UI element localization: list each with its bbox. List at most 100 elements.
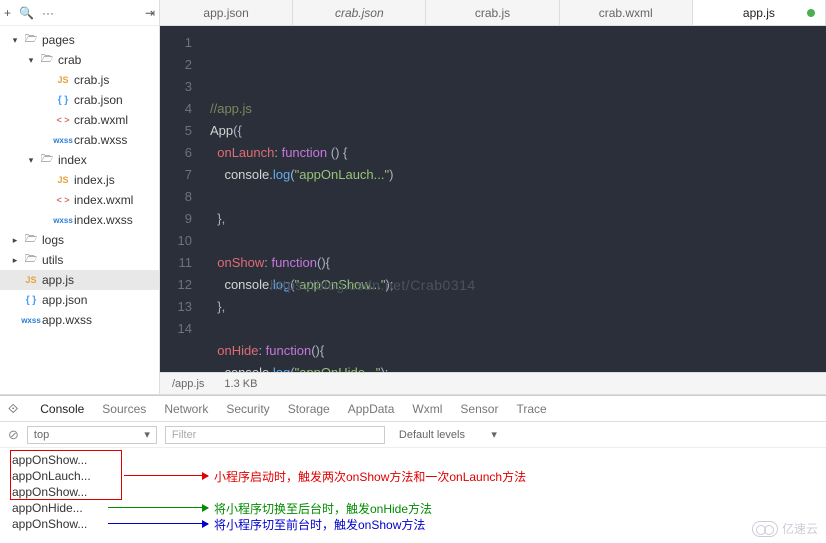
status-size: 1.3 KB (224, 378, 257, 390)
devtools-tab-sensor[interactable]: Sensor (460, 402, 498, 416)
devtools-tab-appdata[interactable]: AppData (348, 402, 395, 416)
tree-label: utils (42, 253, 63, 267)
annotation-arrow-red (124, 475, 208, 476)
wxml-icon: < > (52, 195, 74, 205)
tree-label: index.js (74, 173, 115, 187)
file-explorer-sidebar: + 🔍 ··· ⇥ ▾🗁pages▾🗁crabJScrab.js{ }crab.… (0, 0, 160, 394)
wxss-icon: wxss (20, 316, 42, 325)
tree-label: crab.json (74, 93, 123, 107)
editor-status-bar: /app.js 1.3 KB (160, 372, 826, 394)
tree-caret-icon[interactable]: ▾ (26, 55, 36, 66)
tree-item-crab[interactable]: ▾🗁crab (0, 50, 159, 70)
console-log-row: appOnShow... (12, 484, 826, 500)
js-icon: JS (20, 275, 42, 285)
context-select[interactable]: top▾ (27, 426, 157, 444)
devtools-tab-sources[interactable]: Sources (102, 402, 146, 416)
inspect-icon[interactable]: ⟐ (8, 401, 22, 417)
code-editor[interactable]: 1234567891011121314 https://blog.csdn.ne… (160, 26, 826, 372)
new-file-icon[interactable]: + (4, 6, 11, 20)
tree-label: pages (42, 33, 75, 47)
tree-label: app.json (42, 293, 87, 307)
tree-item-index[interactable]: ▾🗁index (0, 150, 159, 170)
collapse-icon[interactable]: ⇥ (145, 6, 155, 20)
devtools-tab-security[interactable]: Security (226, 402, 269, 416)
tree-label: logs (42, 233, 64, 247)
console-log-text: appOnHide... (12, 501, 112, 515)
sidebar-toolbar: + 🔍 ··· ⇥ (0, 0, 159, 26)
annotation-box-red (10, 450, 122, 500)
editor-tab-app-js[interactable]: app.js (693, 0, 826, 25)
wxss-icon: wxss (52, 136, 74, 145)
folder-icon: 🗁 (20, 32, 42, 49)
tree-label: crab.js (74, 73, 109, 87)
devtools-tab-storage[interactable]: Storage (288, 402, 330, 416)
log-levels-select[interactable]: Default levels▾ (393, 426, 503, 444)
tree-item-utils[interactable]: ▸🗁utils (0, 250, 159, 270)
console-output[interactable]: 小程序启动时，触发两次onShow方法和一次onLaunch方法 将小程序切换至… (0, 448, 826, 543)
folder-icon: 🗁 (20, 252, 42, 269)
annotation-text-blue: 将小程序切至前台时，触发onShow方法 (214, 516, 425, 533)
search-icon[interactable]: 🔍 (19, 6, 34, 20)
devtools-tabs: ⟐ Console Sources Network Security Storage Ap… (0, 396, 826, 422)
tree-label: crab (58, 53, 81, 67)
js-icon: JS (52, 175, 74, 185)
js-icon: JS (52, 75, 74, 85)
modified-dot-icon (807, 9, 815, 17)
devtools-panel: ⟐ Console Sources Network Security Storage Ap… (0, 395, 826, 543)
console-log-text: appOnShow... (12, 517, 112, 531)
tree-item-app-json[interactable]: { }app.json (0, 290, 159, 310)
editor-area: app.jsoncrab.jsoncrab.jscrab.wxmlapp.js … (160, 0, 826, 394)
tree-item-crab-json[interactable]: { }crab.json (0, 90, 159, 110)
editor-tab-app-json[interactable]: app.json (160, 0, 293, 25)
tree-item-index-js[interactable]: JSindex.js (0, 170, 159, 190)
annotation-arrow-blue (108, 523, 208, 524)
tree-item-index-wxss[interactable]: wxssindex.wxss (0, 210, 159, 230)
annotation-text-green: 将小程序切换至后台时，触发onHide方法 (214, 500, 432, 517)
console-log-row: appOnShow... (12, 452, 826, 468)
tree-caret-icon[interactable]: ▸ (10, 255, 20, 266)
tree-item-crab-wxml[interactable]: < >crab.wxml (0, 110, 159, 130)
tree-label: app.js (42, 273, 74, 287)
tree-item-index-wxml[interactable]: < >index.wxml (0, 190, 159, 210)
tree-label: app.wxss (42, 313, 92, 327)
wxml-icon: < > (52, 115, 74, 125)
tree-caret-icon[interactable]: ▸ (10, 235, 20, 246)
tree-item-crab-js[interactable]: JScrab.js (0, 70, 159, 90)
devtools-tab-wxml[interactable]: Wxml (412, 402, 442, 416)
more-icon[interactable]: ··· (42, 6, 54, 20)
folder-icon: 🗁 (36, 52, 58, 69)
file-tree[interactable]: ▾🗁pages▾🗁crabJScrab.js{ }crab.json< >cra… (0, 26, 159, 394)
clear-console-icon[interactable]: ⊘ (8, 427, 19, 443)
devtools-tab-console[interactable]: Console (40, 402, 84, 416)
chevron-down-icon: ▾ (491, 428, 497, 441)
tree-label: index.wxss (74, 213, 133, 227)
tree-caret-icon[interactable]: ▾ (26, 155, 36, 166)
tree-item-app-js[interactable]: JSapp.js (0, 270, 159, 290)
wxss-icon: wxss (52, 216, 74, 225)
tree-item-crab-wxss[interactable]: wxsscrab.wxss (0, 130, 159, 150)
code-content[interactable]: https://blog.csdn.net/Crab0314 //app.jsA… (200, 26, 826, 372)
editor-tab-crab-js[interactable]: crab.js (426, 0, 559, 25)
annotation-arrow-green (108, 507, 208, 508)
tree-label: crab.wxml (74, 113, 128, 127)
chevron-down-icon: ▾ (144, 428, 150, 441)
editor-tab-crab-json[interactable]: crab.json (293, 0, 426, 25)
filter-input[interactable]: Filter (165, 426, 385, 444)
devtools-tab-network[interactable]: Network (164, 402, 208, 416)
json-icon: { } (20, 295, 42, 306)
tree-item-logs[interactable]: ▸🗁logs (0, 230, 159, 250)
tree-label: index (58, 153, 87, 167)
tree-label: crab.wxss (74, 133, 127, 147)
tree-label: index.wxml (74, 193, 133, 207)
tree-item-app-wxss[interactable]: wxssapp.wxss (0, 310, 159, 330)
folder-icon: 🗁 (20, 232, 42, 249)
brand-icon (752, 521, 778, 537)
devtools-tab-trace[interactable]: Trace (516, 402, 546, 416)
line-gutter: 1234567891011121314 (160, 26, 200, 372)
tree-item-pages[interactable]: ▾🗁pages (0, 30, 159, 50)
tree-caret-icon[interactable]: ▾ (10, 35, 20, 46)
json-icon: { } (52, 95, 74, 106)
editor-tab-crab-wxml[interactable]: crab.wxml (560, 0, 693, 25)
brand-watermark: 亿速云 (752, 520, 818, 537)
folder-icon: 🗁 (36, 152, 58, 169)
